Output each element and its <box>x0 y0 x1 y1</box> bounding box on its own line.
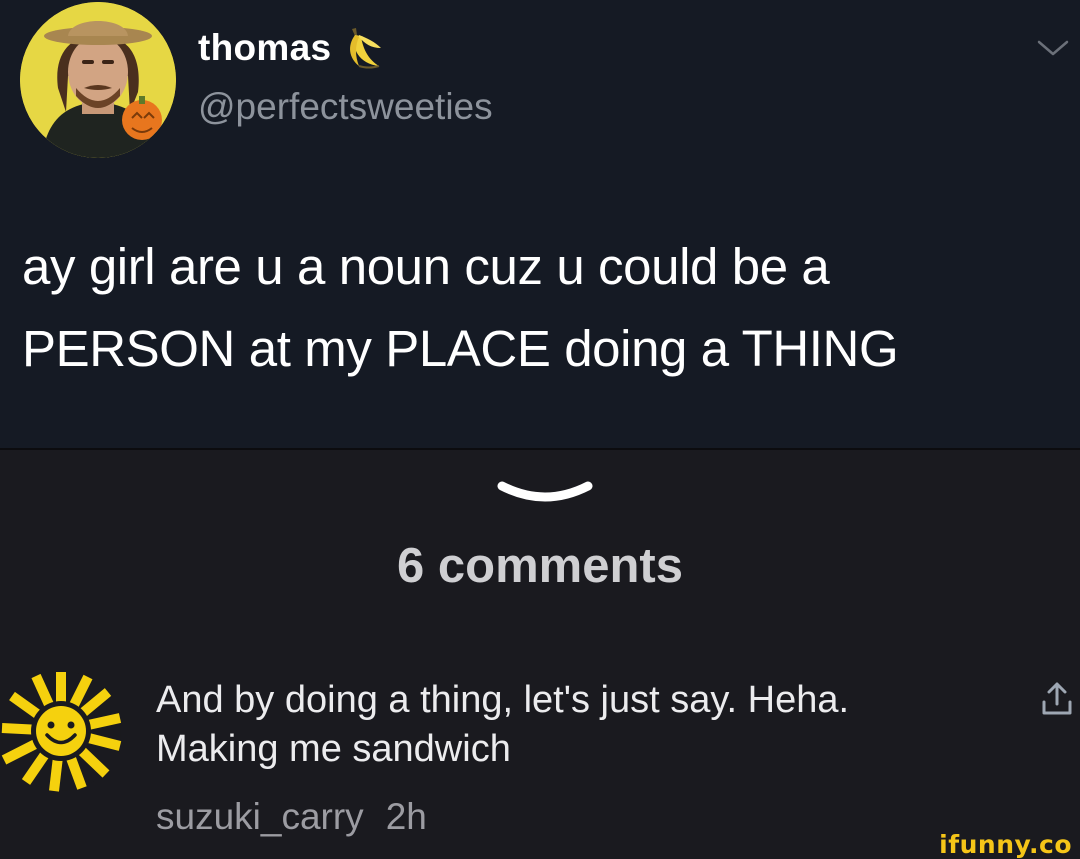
comment-username[interactable]: suzuki_carry <box>156 796 364 837</box>
comment-text-line: Making me sandwich <box>156 728 511 770</box>
user-avatar-image <box>20 2 176 158</box>
tweet-text: ay girl are u a noun cuz u could be a PE… <box>22 226 1062 390</box>
comments-count: 6 comments <box>397 539 683 593</box>
divider <box>0 448 1080 450</box>
watermark: ifunny.co <box>939 830 1072 859</box>
banana-icon <box>350 28 382 69</box>
tweet-avatar[interactable] <box>20 2 176 158</box>
user-handle[interactable]: @perfectsweeties <box>198 86 493 128</box>
comment-time: 2h <box>385 796 427 837</box>
comment-text: And by doing a thing, let's just say. He… <box>156 676 986 774</box>
comment-avatar[interactable] <box>0 670 122 792</box>
tweet-text-line: ay girl are u a noun cuz u could be a <box>22 238 830 295</box>
comment-text-line: And by doing a thing, let's just say. He… <box>156 679 850 721</box>
tweet-text-line: PERSON at my PLACE doing a THING <box>22 320 899 377</box>
collapse-handle-icon[interactable] <box>494 478 596 510</box>
comment-meta: suzuki_carry 2h <box>156 796 427 838</box>
tweet-card: thomas @perfectsweeties ay girl are u a … <box>0 0 1080 448</box>
tweet-author: thomas <box>198 26 385 70</box>
display-name[interactable]: thomas <box>198 27 331 69</box>
sun-face-icon <box>1 671 122 792</box>
chevron-down-icon[interactable] <box>1036 38 1070 58</box>
share-icon[interactable] <box>1038 680 1076 718</box>
